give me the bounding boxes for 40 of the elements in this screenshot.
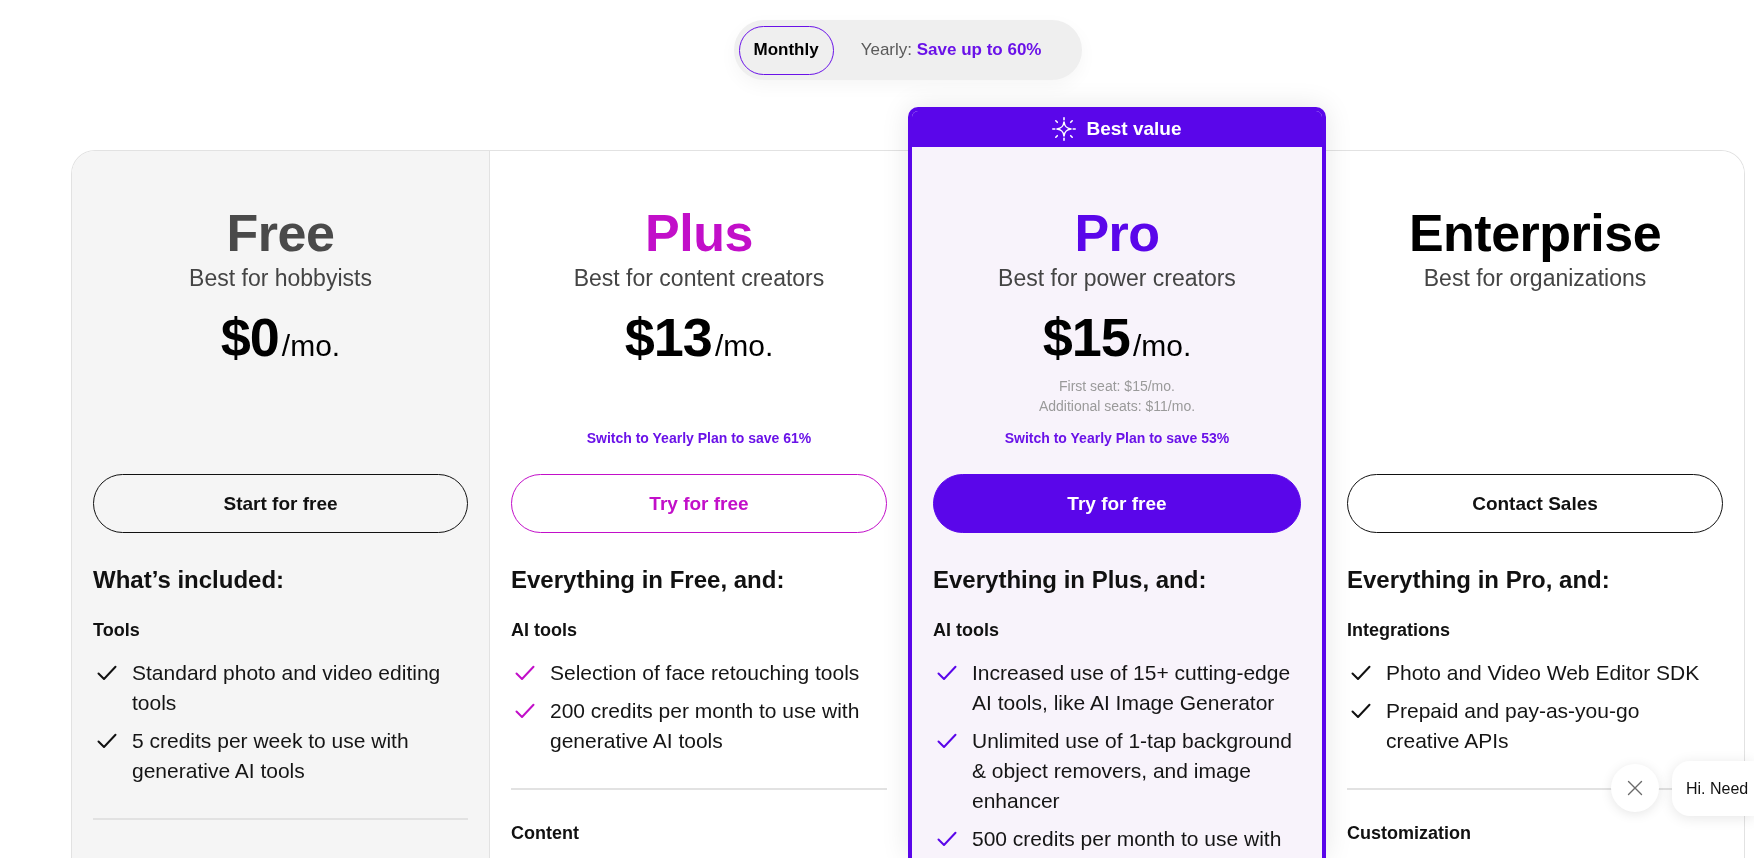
seat-price-note: Additional seats: $11/mo. [1038,397,1196,416]
feature-text: 500 credits per month to use with [972,826,1282,852]
feature-category: Integrations [1347,619,1450,642]
features-heading: Everything in Pro, and: [1347,565,1611,595]
plan-name: Plus [644,205,754,261]
plan-tagline: Best for organizations [1422,264,1648,293]
feature-text: 5 credits per week to use with generative AI tools [132,728,410,784]
plan-tagline: Best for power creators [997,264,1237,293]
features-heading: Everything in Plus, and: [933,565,1208,595]
billing-period-tab[interactable]: Yearly: Save up to 60% [845,25,1057,75]
feature-text: Selection of face retouching tools [550,660,860,686]
feature-category: Tools [93,619,140,642]
feature-category: Customization [1347,822,1471,845]
feature-text: Photo and Video Web Editor SDK [1386,660,1700,686]
plan-price: $15/mo. [1041,307,1193,367]
plan-tagline: Best for content creators [572,264,826,293]
plan-button[interactable]: Try for free [933,474,1301,533]
feature-category: AI tools [511,619,577,642]
sparkle-icon [1052,117,1077,141]
feature-category: AI tools [933,619,999,642]
badge-label: Best value [1086,118,1182,140]
switch-yearly-link[interactable]: Switch to Yearly Plan to save 53% [1004,428,1230,448]
plan-price: $13/mo. [623,307,775,367]
switch-yearly-link[interactable]: Switch to Yearly Plan to save 61% [586,428,812,448]
feature-category: Content [511,822,579,845]
features-heading: Everything in Free, and: [511,565,786,595]
features-heading: What’s included: [93,565,286,595]
close-icon [1627,780,1643,796]
feature-text: Unlimited use of 1-tap background & object removers, and image enhancer [972,728,1293,814]
plan-name: Pro [1073,205,1161,261]
plan-name: Enterprise [1407,205,1663,261]
feature-text: 200 credits per month to use with generative AI tools [550,698,861,754]
feature-text: Prepaid and pay-as-you-go creative APIs [1386,698,1641,754]
plan-name: Free [225,205,336,261]
seat-price-note: First seat: $15/mo. [1059,377,1175,396]
plan-price: $0/mo. [219,307,342,367]
chat-greeting[interactable]: Hi. Need [1672,761,1754,816]
plan-tagline: Best for hobbyists [188,264,373,293]
feature-text: Increased use of 15+ cutting-edge AI tools, like AI Image Generator [972,660,1292,716]
feature-text: Standard photo and video editing tools [132,660,442,716]
